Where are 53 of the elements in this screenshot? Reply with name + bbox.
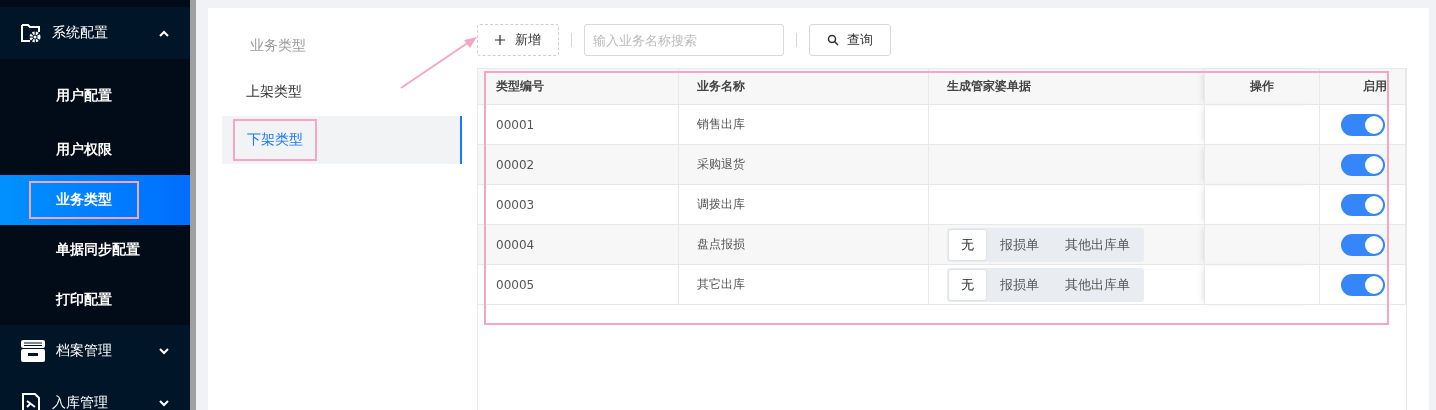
table-cell: 盘点报损 [678,224,928,265]
table-cell: 其它出库 [678,264,928,305]
toggle-switch[interactable] [1340,153,1385,176]
table-cell: 00004 [478,224,678,265]
menu-item[interactable]: 用户权限 [0,125,190,175]
highlighted-label: 下架类型 [233,119,317,161]
column-header: 生成管家婆单据 [928,69,1204,105]
segment-option[interactable]: 其他出库单 [1052,229,1142,260]
submenu-item[interactable]: 下架类型 [222,116,462,164]
toggle-switch[interactable] [1340,113,1385,136]
menu-group[interactable]: 入库管理 [0,377,190,410]
menu-item[interactable]: 打印配置 [0,275,190,325]
folder-gear-icon [20,22,42,44]
toggle-switch[interactable] [1340,193,1385,216]
search-field[interactable]: 输入业务名称搜索 [584,24,784,56]
submenu-title: 业务类型 [249,36,307,55]
submenu-item[interactable]: 上架类型 [222,68,462,116]
add-button[interactable]: 新增 [477,24,559,56]
segment-option[interactable]: 报损单 [987,229,1051,260]
search-icon [827,34,839,46]
column-header: 业务名称 [678,69,928,105]
segment-option[interactable]: 其他出库单 [1052,269,1142,300]
menu-group-label: 系统配置 [52,24,109,42]
document-icon [20,392,42,410]
column-header: 启用 [1319,69,1405,105]
table-cell: 销售出库 [678,104,928,145]
plus-icon [495,35,505,45]
menu-item[interactable]: 业务类型 [0,175,190,225]
query-button[interactable]: 查询 [809,24,891,56]
menu-group[interactable]: 系统配置 [0,7,190,59]
chevron-icon[interactable] [158,347,170,355]
chevron-icon[interactable] [158,29,170,37]
table-cell: 00005 [478,264,678,305]
segment-option[interactable]: 无 [948,269,986,300]
toggle-switch[interactable] [1340,233,1385,256]
highlighted-label: 业务类型 [29,181,139,219]
toggle-switch[interactable] [1340,273,1385,296]
table-cell: 调拨出库 [678,184,928,225]
column-header: 操作 [1204,69,1319,105]
segment-option[interactable]: 报损单 [987,269,1051,300]
column-header: 类型编号 [478,69,678,105]
table-cell: 00003 [478,184,678,225]
segment-option[interactable]: 无 [948,229,986,260]
archive-box-icon [20,339,46,363]
menu-item[interactable]: 单据同步配置 [0,225,190,275]
menu-group[interactable]: 档案管理 [0,325,190,377]
table-cell: 采购退货 [678,144,928,185]
table-cell: 00002 [478,144,678,185]
menu-group-label: 入库管理 [52,394,109,410]
table-cell: 00001 [478,104,678,145]
chevron-icon[interactable] [158,399,170,407]
menu-group-label: 档案管理 [56,342,113,360]
menu-item[interactable]: 用户配置 [0,59,190,125]
